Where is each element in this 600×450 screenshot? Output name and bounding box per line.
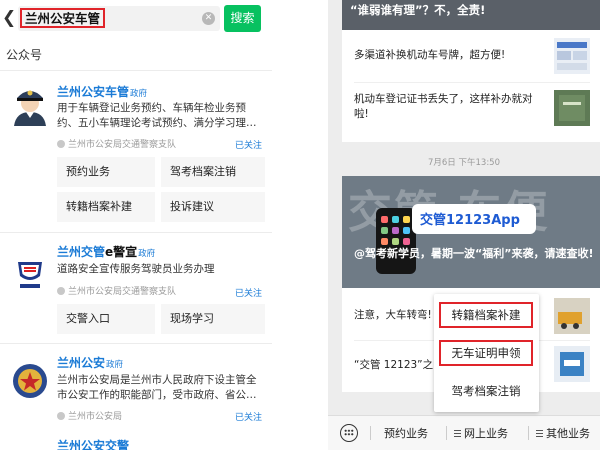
follow-status: 已关注 — [234, 413, 262, 423]
verified-icon — [57, 287, 65, 295]
account-description: 兰州市公安局是兰州市人民政府下设主管全市公安工作的职能部门，受市政府、省公… — [57, 374, 257, 401]
police-avatar-icon — [8, 82, 52, 126]
account-name-text[interactable]: 兰州交管 — [57, 245, 105, 259]
back-arrow-icon[interactable]: ❮ — [2, 8, 16, 28]
menu-button-transfer-rebuild[interactable]: 转籍档案补建 — [57, 192, 155, 222]
divider — [0, 232, 272, 233]
keyboard-icon[interactable] — [340, 424, 358, 442]
menu-icon — [536, 430, 543, 437]
message-timestamp: 7月6日 下午13:50 — [427, 158, 500, 168]
bottom-menu-other-label[interactable]: 其他业务 — [546, 427, 590, 440]
follow-status: 已关注 — [234, 289, 262, 299]
menu-button-complaint[interactable]: 投诉建议 — [161, 192, 265, 222]
divider — [0, 343, 272, 344]
account-meta: 兰州市公安局 — [57, 409, 122, 422]
article-thumbnail[interactable] — [554, 346, 590, 382]
menu-button-onsite-study[interactable]: 现场学习 — [161, 304, 265, 334]
phone-icon — [376, 208, 416, 274]
bottom-menu-reservation[interactable]: 预约业务 — [384, 425, 428, 441]
hero-article[interactable]: 交管 车便 交管12123App @驾考新学员，暑期一波“福利”来袭，请速查收! — [342, 176, 600, 288]
government-badge: 政府 — [106, 360, 124, 370]
article-thumbnail[interactable] — [554, 90, 590, 126]
search-bar: ❮ 兰州公安车管 ✕ 搜索 — [0, 0, 272, 38]
divider — [370, 426, 371, 440]
account-name[interactable]: 兰州公安车管政府 — [57, 83, 147, 100]
police-badge-icon — [8, 359, 52, 403]
bottom-menu-other[interactable]: 其他业务 — [536, 425, 590, 441]
bottom-menu-online-label[interactable]: 网上业务 — [464, 427, 508, 440]
divider — [446, 426, 447, 440]
submenu-transfer-rebuild[interactable]: 转籍档案补建 — [439, 302, 533, 328]
menu-icon — [454, 430, 461, 437]
search-query-text[interactable]: 兰州公安车管 — [20, 8, 106, 28]
search-button[interactable]: 搜索 — [224, 5, 261, 32]
traffic-police-logo-icon — [8, 250, 52, 294]
submenu-popup: 转籍档案补建 无车证明申领 驾考档案注销 — [434, 294, 539, 412]
account-description: 用于车辆登记业务预约、车辆年检业务预约、五小车辆理论考试预约、满分学习理… — [57, 102, 257, 129]
government-badge: 政府 — [138, 249, 156, 259]
article-banner[interactable]: “谁弱谁有理”？不，全责! — [342, 0, 600, 30]
account-meta-text: 兰州市公安局交通警察支队 — [68, 287, 177, 297]
account-name[interactable]: 兰州公安政府 — [57, 354, 123, 371]
account-name[interactable]: 兰州交管e警宣政府 — [57, 243, 155, 260]
menu-button-exam-cancel[interactable]: 驾考档案注销 — [161, 157, 265, 187]
government-badge: 政府 — [130, 89, 148, 99]
follow-status: 已关注 — [234, 141, 262, 151]
account-description: 道路安全宣传服务驾驶员业务办理 — [57, 263, 215, 275]
search-results-panel: ❮ 兰州公安车管 ✕ 搜索 公众号 兰州公安车管政府 用于车辆登记业务预约、车辆… — [0, 0, 272, 450]
bottom-menu-online[interactable]: 网上业务 — [454, 425, 508, 441]
app-name-text: 交管12123App — [420, 213, 520, 228]
account-meta: 兰州市公安局交通警察支队 — [57, 284, 176, 297]
account-result-3[interactable]: 兰州公安政府 兰州市公安局是兰州市人民政府下设主管全市公安工作的职能部门，受市政… — [0, 347, 272, 450]
article-thumbnail[interactable] — [554, 38, 590, 74]
section-title: 公众号 — [6, 48, 43, 62]
menu-button-police-entry[interactable]: 交警入口 — [57, 304, 155, 334]
app-name-pill: 交管12123App — [412, 204, 536, 234]
verified-icon — [57, 412, 65, 420]
submenu-exam-cancel[interactable]: 驾考档案注销 — [439, 380, 533, 406]
account-name-text[interactable]: 兰州公安 — [57, 356, 105, 370]
account-name-suffix[interactable]: e警宣 — [105, 245, 137, 259]
clear-icon[interactable]: ✕ — [202, 12, 215, 25]
banner-title: “谁弱谁有理”？不，全责! — [350, 3, 486, 17]
hero-caption: @驾考新学员，暑期一波“福利”来袭，请速查收! — [354, 247, 594, 260]
account-name-text[interactable]: 兰州公安车管 — [57, 85, 129, 99]
article-thumbnail[interactable] — [554, 298, 590, 334]
account-result-2[interactable]: 兰州交管e警宣政府 道路安全宣传服务驾驶员业务办理 兰州市公安局交通警察支队 已… — [0, 236, 272, 340]
article-title[interactable]: 多渠道补换机动车号牌，超方便! — [354, 48, 544, 63]
menu-button-reservation[interactable]: 预约业务 — [57, 157, 155, 187]
account-result-1[interactable]: 兰州公安车管政府 用于车辆登记业务预约、车辆年检业务预约、五小车辆理论考试预约、… — [0, 76, 272, 228]
account-meta-text: 兰州市公安局交通警察支队 — [68, 140, 177, 150]
account-meta: 兰州市公安局交通警察支队 — [57, 137, 176, 150]
submenu-no-vehicle-certificate[interactable]: 无车证明申领 — [439, 340, 533, 366]
divider — [528, 426, 529, 440]
divider — [0, 70, 272, 71]
article-title[interactable]: 机动车登记证书丢失了，这样补办就对啦! — [354, 92, 544, 122]
verified-icon — [57, 140, 65, 148]
article-card-top: 多渠道补换机动车号牌，超方便! 机动车登记证书丢失了，这样补办就对啦! — [342, 30, 600, 142]
next-account-name-partial[interactable]: 兰州公安交警 — [57, 437, 129, 450]
search-input[interactable]: 兰州公安车管 ✕ — [18, 6, 220, 31]
divider — [354, 82, 590, 83]
bottom-menu-bar: 预约业务 网上业务 其他业务 — [328, 415, 600, 450]
account-meta-text: 兰州市公安局 — [68, 412, 123, 422]
